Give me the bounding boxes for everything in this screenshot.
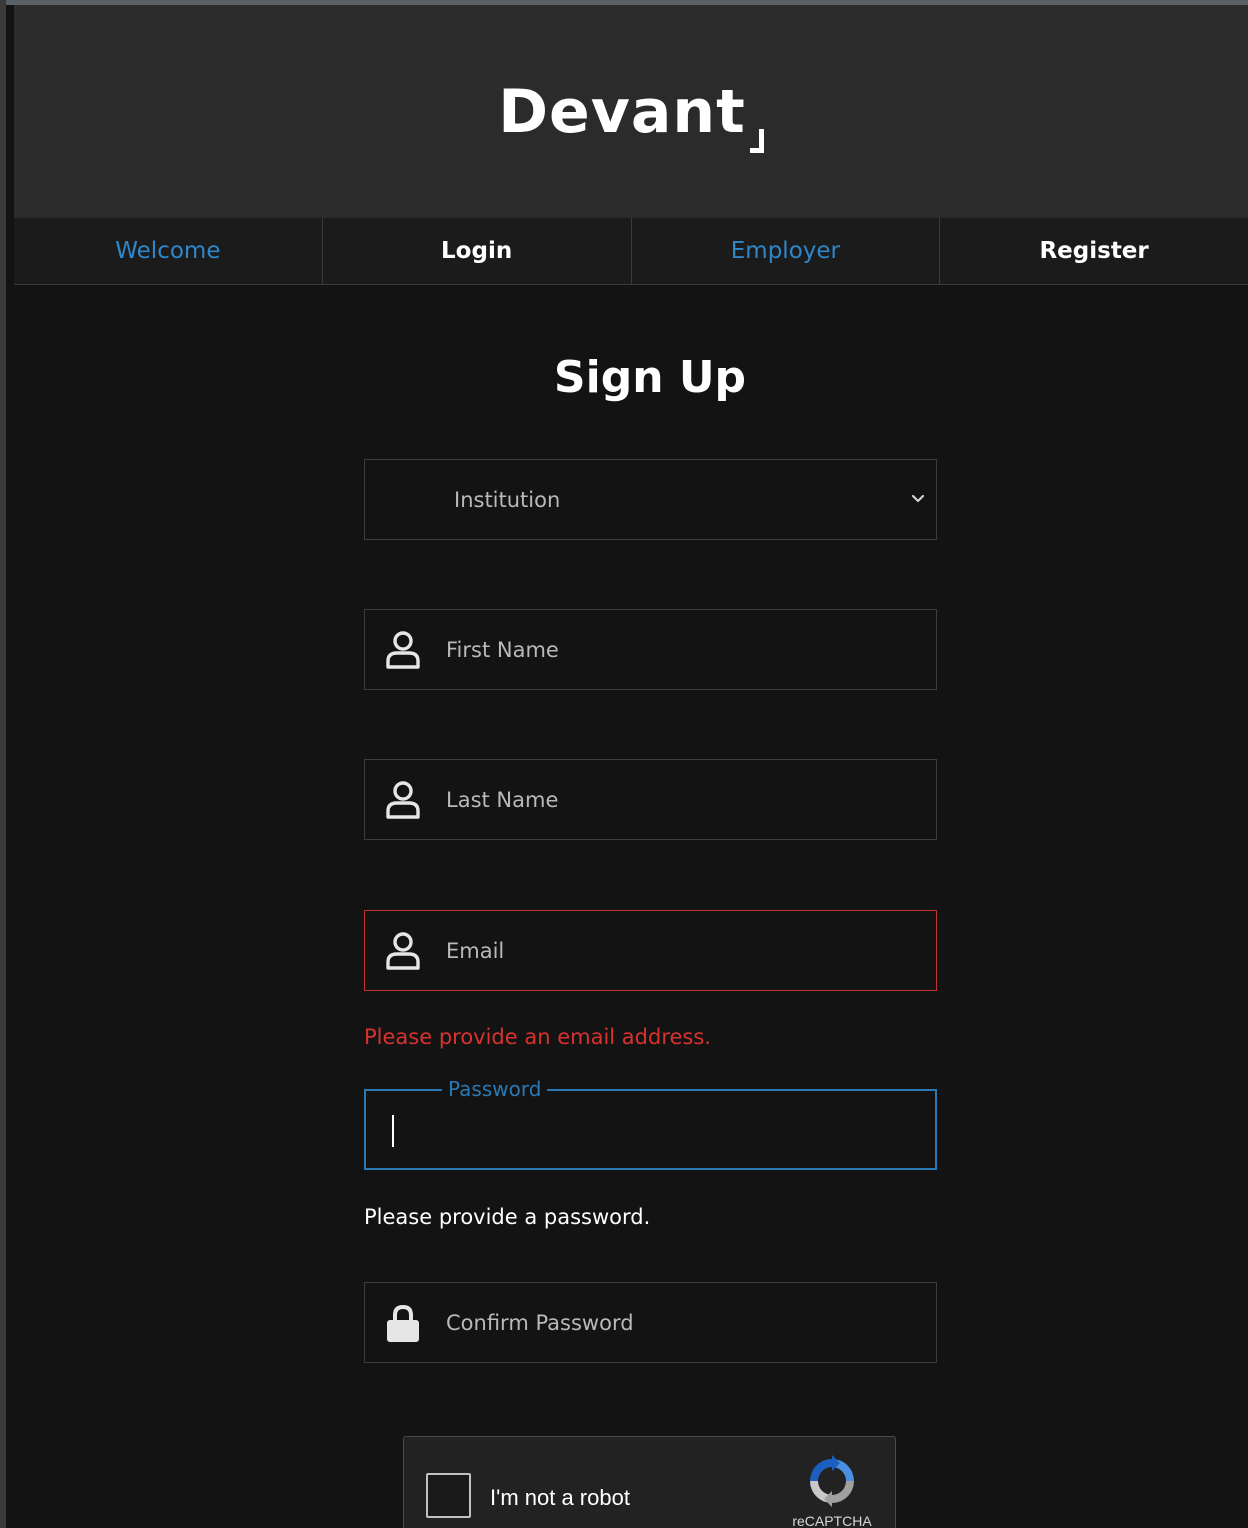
logo-text: Devant [498,77,746,147]
recaptcha-brand: reCAPTCHA [792,1513,872,1528]
email-placeholder: Email [446,938,505,963]
window-left-edge [0,0,6,1528]
chevron-down-icon [911,494,925,503]
tab-login[interactable]: Login [323,218,632,284]
site-header: Devant [14,5,1248,218]
email-error-message: Please provide an email address. [364,1025,711,1049]
tab-register[interactable]: Register [940,218,1248,284]
recaptcha-checkbox[interactable] [426,1473,471,1518]
text-cursor [392,1115,394,1147]
main-nav: Welcome Login Employer Register [14,218,1248,285]
confirm-password-field[interactable]: Confirm Password [364,1282,937,1363]
recaptcha-icon [810,1455,854,1507]
user-icon [386,781,420,819]
last-name-field[interactable]: Last Name [364,759,937,840]
password-field[interactable]: Password [364,1077,937,1170]
password-label: Password [442,1077,548,1101]
confirm-password-placeholder: Confirm Password [446,1310,634,1335]
institution-select[interactable]: Institution [364,459,937,540]
user-icon [386,932,420,970]
first-name-placeholder: First Name [446,637,559,662]
first-name-field[interactable]: First Name [364,609,937,690]
user-icon [386,631,420,669]
institution-select-value: Institution [454,487,561,512]
page-title: Sign Up [553,352,747,403]
recaptcha-label: I'm not a robot [490,1485,630,1510]
devant-logo[interactable]: Devant [14,77,1248,153]
last-name-placeholder: Last Name [446,787,559,812]
recaptcha-widget: I'm not a robot reCAPTCHA [403,1436,896,1528]
tab-welcome[interactable]: Welcome [14,218,323,284]
tab-employer[interactable]: Employer [632,218,941,284]
lock-icon [387,1304,419,1342]
logo-bracket-mark [749,129,764,153]
email-field[interactable]: Email [364,910,937,991]
password-hint-message: Please provide a password. [364,1205,651,1229]
